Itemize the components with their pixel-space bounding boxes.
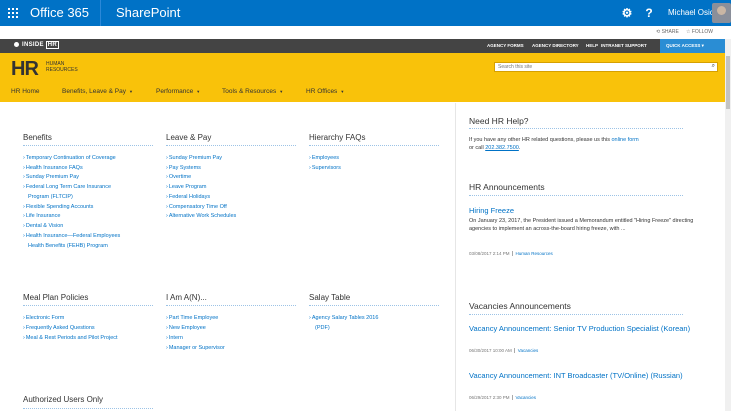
authorized-users-title: Authorized Users Only — [23, 395, 104, 404]
list-item[interactable]: ›Employees — [309, 155, 339, 162]
list-item[interactable]: ›Life Insurance — [23, 213, 60, 220]
site-header: HR HUMAN RESOURCES Search this site ⌕ HR … — [0, 53, 725, 102]
divider — [469, 195, 683, 196]
divider — [23, 145, 153, 146]
list-item[interactable]: ›Sunday Premium Pay — [166, 155, 222, 162]
help-text: If you have any other HR related questio… — [469, 137, 639, 151]
list-item[interactable]: ›Pay Systems — [166, 165, 201, 172]
announcement-text: On January 23, 2017, the President issue… — [469, 218, 694, 232]
hr-logo[interactable]: HR — [11, 58, 39, 81]
list-item[interactable]: ›Meal & Rest Periods and Pilot Project — [23, 335, 118, 342]
list-item[interactable]: ›Health Insurance FAQs — [23, 165, 83, 172]
nav-hr-home[interactable]: HR Home — [11, 88, 40, 95]
top-navigation: INSIDE HR AGENCY FORMS AGENCY DIRECTORY … — [0, 39, 725, 53]
list-item[interactable]: ›Federal Long Term Care Insurance — [23, 184, 111, 191]
list-item[interactable]: ›Electronic Form — [23, 315, 64, 322]
suite-bar: Office 365 SharePoint ⚙ ? Michael Osicki — [0, 0, 731, 26]
category-link[interactable]: Vacancies — [513, 348, 539, 353]
list-item[interactable]: ›Supervisors — [309, 165, 341, 172]
divider — [469, 128, 683, 129]
list-item[interactable]: ›Federal Holidays — [166, 194, 210, 201]
vacancy-title[interactable]: Vacancy Announcement: Senior TV Producti… — [469, 324, 694, 333]
chevron-down-icon: ▼ — [128, 89, 133, 94]
topnav-help[interactable]: HELP — [586, 43, 598, 48]
list-item[interactable]: ›Dental & Vision — [23, 223, 63, 230]
hierarchy-faqs-title: Hierarchy FAQs — [309, 133, 366, 142]
hr-logo-subtitle: HUMAN RESOURCES — [46, 61, 78, 73]
topnav-intranet-support[interactable]: INTRANET SUPPORT — [601, 43, 647, 48]
list-item[interactable]: ›Health Insurance—Federal Employees — [23, 233, 120, 240]
divider — [23, 408, 153, 409]
search-icon[interactable]: ⌕ — [712, 63, 715, 70]
scrollbar-thumb[interactable] — [726, 56, 730, 109]
hr-announcements-title: HR Announcements — [469, 182, 545, 192]
list-item[interactable]: Program (FLTCIP) — [28, 194, 73, 201]
nav-tools-resources[interactable]: Tools & Resources ▼ — [222, 88, 283, 95]
list-item[interactable]: ›Intern — [166, 335, 183, 342]
list-item[interactable]: ›Temporary Continuation of Coverage — [23, 155, 116, 162]
chevron-down-icon: ▼ — [279, 89, 284, 94]
list-item[interactable]: (PDF) — [315, 325, 330, 332]
column-divider — [455, 103, 456, 411]
follow-button[interactable]: ☆ FOLLOW — [686, 29, 713, 35]
vacancies-title: Vacancies Announcements — [469, 301, 571, 311]
category-link[interactable]: Vacancies — [511, 395, 536, 400]
list-item[interactable]: ›Leave Program — [166, 184, 206, 191]
list-item[interactable]: Health Benefits (FEHB) Program — [28, 243, 108, 250]
topnav-agency-forms[interactable]: AGENCY FORMS — [487, 43, 524, 48]
list-item[interactable]: ›Agency Salary Tables 2016 — [309, 315, 378, 322]
i-am-title: I Am A(N)... — [166, 293, 207, 302]
quick-access-button[interactable]: QUICK ACCESS ▾ — [660, 39, 725, 53]
list-item[interactable]: ›Frequently Asked Questions — [23, 325, 95, 332]
nav-hr-offices[interactable]: HR Offices ▼ — [306, 88, 344, 95]
leave-pay-title: Leave & Pay — [166, 133, 212, 142]
benefits-title: Benefits — [23, 133, 52, 142]
announcement-title[interactable]: Hiring Freeze — [469, 206, 514, 215]
vacancy-meta: 06/30/2017 10:00 AM Vacancies — [469, 348, 539, 353]
divider — [309, 305, 439, 306]
divider — [469, 314, 683, 315]
topnav-agency-directory[interactable]: AGENCY DIRECTORY — [532, 43, 579, 48]
chevron-down-icon: ▼ — [196, 89, 201, 94]
divider — [166, 305, 296, 306]
salary-table-title: Salay Table — [309, 293, 351, 302]
suite-divider — [100, 0, 101, 26]
avatar[interactable] — [712, 3, 731, 23]
online-form-link[interactable]: online form — [611, 137, 638, 143]
help-icon[interactable]: ? — [636, 0, 662, 26]
chevron-down-icon: ▾ — [701, 43, 704, 48]
announcement-meta: 03/08/2017 2:14 PM Human Resources — [469, 251, 553, 256]
list-item[interactable]: ›Manager or Supervisor — [166, 345, 225, 352]
list-item[interactable]: ›Flexible Spending Accounts — [23, 204, 93, 211]
list-item[interactable]: ›Overtime — [166, 174, 191, 181]
list-item[interactable]: ›New Employee — [166, 325, 206, 332]
meal-plan-title: Meal Plan Policies — [23, 293, 89, 302]
vacancy-meta: 06/29/2017 2:30 PM Vacancies — [469, 395, 536, 400]
chevron-down-icon: ▼ — [340, 89, 345, 94]
list-item[interactable]: ›Alternative Work Schedules — [166, 213, 236, 220]
list-item[interactable]: ›Compensatory Time Off — [166, 204, 227, 211]
app-launcher-icon[interactable] — [0, 0, 26, 26]
search-input[interactable]: Search this site ⌕ — [494, 62, 718, 72]
vacancy-title[interactable]: Vacancy Announcement: INT Broadcaster (T… — [469, 371, 694, 380]
list-item[interactable]: ›Part Time Employee — [166, 315, 218, 322]
need-hr-help-title: Need HR Help? — [469, 116, 529, 126]
nav-benefits-leave-pay[interactable]: Benefits, Leave & Pay ▼ — [62, 88, 133, 95]
nav-performance[interactable]: Performance ▼ — [156, 88, 200, 95]
sharepoint-link[interactable]: SharePoint — [116, 5, 180, 20]
divider — [166, 145, 296, 146]
divider — [23, 305, 153, 306]
inside-logo[interactable]: INSIDE HR — [14, 41, 60, 50]
office365-link[interactable]: Office 365 — [30, 5, 89, 20]
divider — [309, 145, 439, 146]
list-item[interactable]: ›Sunday Premium Pay — [23, 174, 79, 181]
category-link[interactable]: Human Resources — [511, 251, 553, 256]
share-bar: ⟲ SHARE ☆ FOLLOW — [0, 27, 731, 38]
share-button[interactable]: ⟲ SHARE — [656, 29, 679, 35]
phone-link[interactable]: 202.382.7500 — [485, 145, 519, 151]
